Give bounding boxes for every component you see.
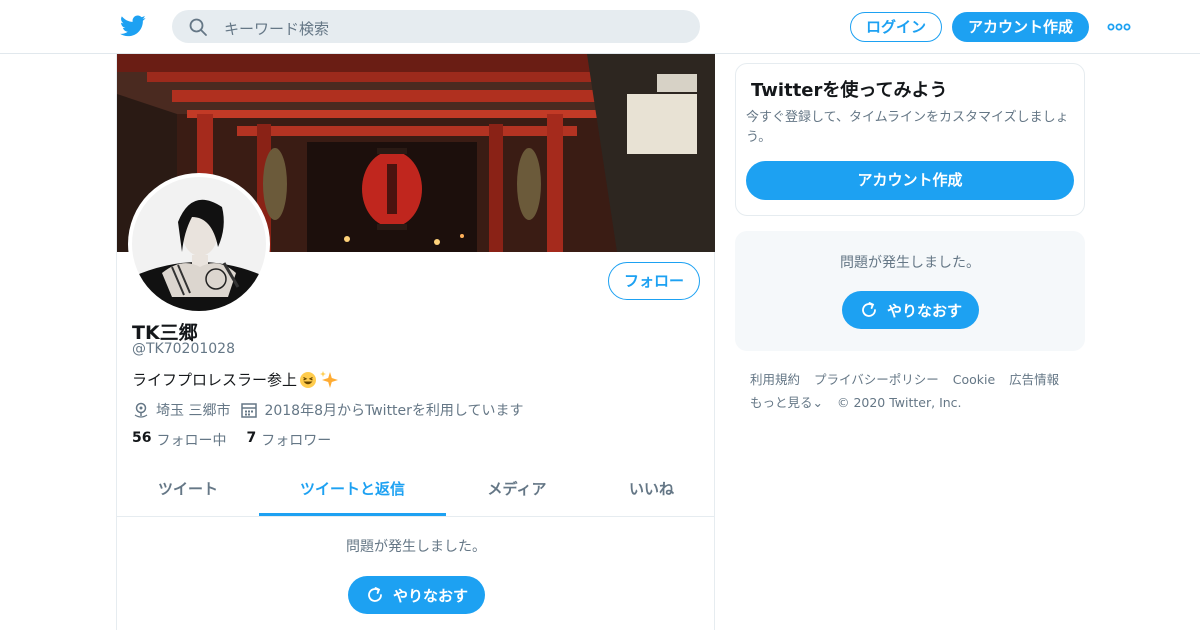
tab-likes[interactable]: いいね <box>588 468 715 516</box>
footer-link-terms[interactable]: 利用規約 <box>750 372 800 387</box>
profile-column: フォロー TK三郷 @TK70201028 ライフプロレスラー参上 埼玉 三郷市 <box>116 54 715 630</box>
footer-link-privacy[interactable]: プライバシーポリシー <box>814 372 939 387</box>
location-pin-icon <box>134 402 148 418</box>
sidebar-error-message: 問題が発生しました。 <box>840 255 980 271</box>
profile-avatar[interactable] <box>128 173 270 315</box>
signup-card: Twitterを使ってみよう 今すぐ登録して、タイムラインをカスタマイズしましょ… <box>735 63 1085 216</box>
tab-tweets-and-replies[interactable]: ツイートと返信 <box>259 468 446 516</box>
sidebar-retry-label: やりなおす <box>886 301 962 320</box>
following-count[interactable]: 56 <box>132 430 151 450</box>
more-options-icon[interactable] <box>1107 20 1131 34</box>
profile-handle[interactable]: @TK70201028 <box>132 341 235 357</box>
refresh-icon <box>862 302 876 317</box>
refresh-icon <box>368 587 382 602</box>
profile-tabs: ツイート ツイートと返信 メディア いいね <box>117 468 715 517</box>
signup-card-description: 今すぐ登録して、タイムラインをカスタマイズしましょう。 <box>746 110 1069 145</box>
signup-button[interactable]: アカウント作成 <box>952 12 1089 42</box>
timeline-retry-label: やりなおす <box>392 586 468 605</box>
following-label[interactable]: フォロー中 <box>156 430 226 450</box>
profile-location: 埼玉 三郷市 <box>156 403 231 419</box>
timeline-retry-button[interactable]: やりなおす <box>348 576 485 614</box>
tab-media[interactable]: メディア <box>446 468 588 516</box>
grinning-squinting-face-emoji-icon <box>300 371 317 388</box>
timeline-error-message: 問題が発生しました。 <box>346 539 486 555</box>
sparkles-emoji-icon <box>320 370 339 388</box>
sidebar-footer: 利用規約 プライバシーポリシー Cookie 広告情報 もっと見る⌄ © 202… <box>750 368 1080 414</box>
followers-count[interactable]: 7 <box>246 430 256 450</box>
footer-copyright: © 2020 Twitter, Inc. <box>836 395 962 410</box>
profile-stats: 56 フォロー中 7 フォロワー <box>132 430 351 450</box>
signup-card-button[interactable]: アカウント作成 <box>746 161 1074 200</box>
calendar-icon <box>241 403 258 418</box>
search-box[interactable]: キーワード検索 <box>172 10 700 43</box>
login-button[interactable]: ログイン <box>850 12 942 42</box>
followers-label[interactable]: フォロワー <box>261 430 331 450</box>
signup-card-title: Twitterを使ってみよう <box>751 80 948 101</box>
follow-button[interactable]: フォロー <box>608 262 700 300</box>
top-navigation-bar: キーワード検索 ログイン アカウント作成 <box>0 0 1200 54</box>
footer-link-ads[interactable]: 広告情報 <box>1009 372 1059 387</box>
search-icon <box>189 18 207 36</box>
profile-join-date: 2018年8月からTwitterを利用しています <box>264 403 524 419</box>
footer-link-cookie[interactable]: Cookie <box>953 372 995 387</box>
sidebar-error-card: 問題が発生しました。 やりなおす <box>735 231 1085 351</box>
tab-tweets[interactable]: ツイート <box>117 468 259 516</box>
twitter-bird-icon[interactable] <box>120 13 146 39</box>
sidebar-retry-button[interactable]: やりなおす <box>842 291 979 329</box>
footer-link-more[interactable]: もっと見る⌄ <box>750 395 823 410</box>
search-placeholder: キーワード検索 <box>224 20 330 38</box>
profile-bio: ライフプロレスラー参上 <box>132 369 339 390</box>
bio-text: ライフプロレスラー参上 <box>132 371 298 389</box>
profile-meta: 埼玉 三郷市 2018年8月からTwitterを利用しています <box>132 400 524 420</box>
